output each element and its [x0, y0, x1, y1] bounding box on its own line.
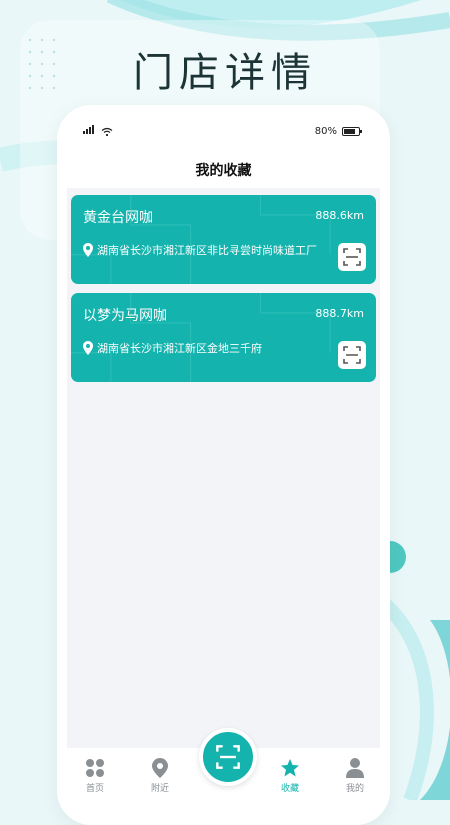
store-distance: 888.7km	[315, 307, 364, 320]
scan-button[interactable]	[338, 341, 366, 369]
favorite-card[interactable]: 黄金台网咖 888.6km 湖南省长沙市湘江新区非比寻尝时尚味道工厂	[71, 195, 376, 284]
location-pin-icon	[83, 243, 93, 257]
store-address: 湖南省长沙市湘江新区非比寻尝时尚味道工厂	[83, 242, 317, 258]
status-bar: 80%	[57, 123, 390, 143]
user-icon	[346, 758, 364, 778]
store-address-text: 湖南省长沙市湘江新区金地三千府	[97, 342, 262, 355]
phone-frame: 80% 我的收藏 黄金台网咖 888.6km 湖南省长沙市湘江新区非比寻尝时尚味	[57, 105, 390, 825]
store-distance: 888.6km	[315, 209, 364, 222]
banner-title: 门店详情	[133, 50, 317, 96]
tab-favorites[interactable]: 收藏	[265, 758, 315, 794]
location-pin-icon	[83, 341, 93, 355]
favorite-card[interactable]: 以梦为马网咖 888.7km 湖南省长沙市湘江新区金地三千府	[71, 293, 376, 382]
tab-label: 附近	[150, 784, 169, 794]
tab-label: 首页	[85, 784, 104, 794]
grid-icon	[86, 759, 104, 777]
tab-home[interactable]: 首页	[70, 758, 120, 794]
star-icon	[281, 759, 299, 777]
tab-mine[interactable]: 我的	[330, 758, 380, 794]
page-title: 我的收藏	[195, 163, 252, 179]
center-scan-button[interactable]	[199, 728, 257, 786]
store-name: 黄金台网咖	[83, 210, 153, 226]
store-address-text: 湖南省长沙市湘江新区非比寻尝时尚味道工厂	[97, 244, 317, 257]
bottom-tab-bar: 首页 附近 收藏 我的	[57, 728, 390, 808]
scan-button[interactable]	[338, 243, 366, 271]
battery-percent: 80%	[314, 126, 337, 137]
tab-label: 我的	[345, 784, 364, 794]
favorites-list: 黄金台网咖 888.6km 湖南省长沙市湘江新区非比寻尝时尚味道工厂 以梦为马网…	[67, 188, 380, 748]
tab-label: 收藏	[280, 784, 299, 794]
scan-icon	[343, 346, 361, 364]
wifi-icon	[101, 127, 113, 137]
location-icon	[152, 758, 168, 778]
scan-icon	[343, 248, 361, 266]
tab-nearby[interactable]: 附近	[135, 758, 185, 794]
signal-icon	[83, 125, 95, 137]
battery-icon	[342, 127, 362, 136]
store-name: 以梦为马网咖	[83, 308, 167, 324]
store-address: 湖南省长沙市湘江新区金地三千府	[83, 340, 262, 356]
scan-icon	[216, 745, 240, 769]
